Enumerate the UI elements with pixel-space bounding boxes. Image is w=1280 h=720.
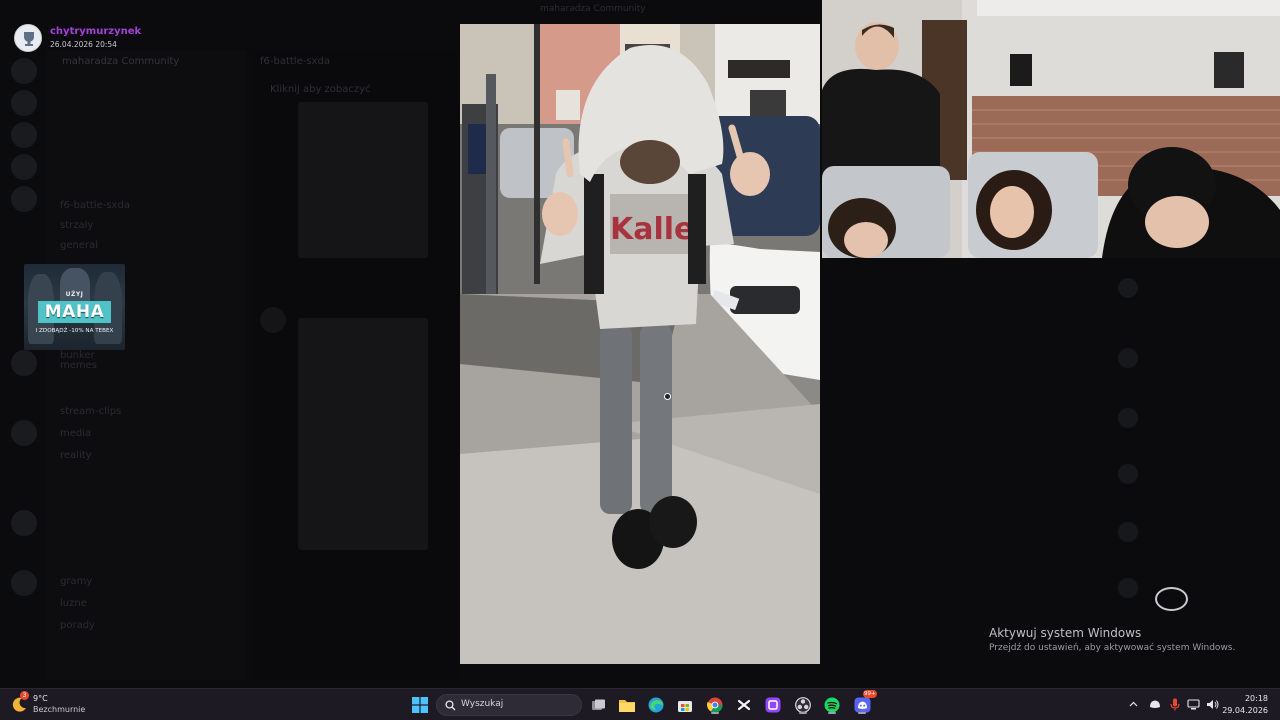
weather-description: Bezchmurnie (33, 705, 86, 714)
channel-item[interactable]: reality (60, 450, 92, 462)
cursor-indicator (664, 393, 671, 400)
ad-code: MAHA (38, 301, 111, 323)
windows-start-icon[interactable] (410, 695, 430, 715)
viewer-username[interactable]: chytrymurzynek (50, 26, 141, 37)
window-title: maharadza Community (540, 4, 646, 14)
channel-item[interactable]: stream-clips (60, 406, 121, 418)
chat-image[interactable] (298, 318, 428, 550)
user-avatar[interactable] (260, 307, 286, 333)
server-icon[interactable] (11, 350, 37, 376)
server-icon[interactable] (11, 154, 37, 180)
chat-area: f6-battle-sxda Kliknij aby zobaczyć (250, 50, 460, 680)
channel-item[interactable]: luzne (60, 598, 87, 610)
ad-promo-text: I ZDOBĄDŹ -10% NA TEBEX (35, 328, 114, 334)
discord-icon[interactable]: 99+ (852, 690, 877, 715)
user-avatar[interactable] (14, 24, 42, 52)
ad-top-text: UŻYJ (65, 291, 84, 298)
spotify-icon[interactable] (822, 695, 842, 715)
volume-icon[interactable] (1205, 697, 1219, 711)
activation-subtitle: Przejdź do ustawień, aby aktywować syste… (989, 643, 1236, 653)
search-placeholder: Wyszukaj (461, 699, 504, 709)
member-item[interactable] (1118, 464, 1268, 484)
microphone-icon[interactable] (1168, 697, 1182, 711)
discord-tray-icon[interactable] (1148, 697, 1162, 711)
chat-channel-tab[interactable]: f6-battle-sxda (260, 56, 330, 67)
channel-item[interactable]: strzaly (60, 220, 93, 232)
search-input[interactable]: Wyszukaj (436, 694, 582, 716)
server-icon[interactable] (11, 570, 37, 596)
viewer-date: 26.04.2026 20:54 (50, 40, 117, 49)
ad-banner[interactable]: UŻYJ MAHA I ZDOBĄDŹ -10% NA TEBEX (24, 264, 125, 350)
weather-temperature: 9°C (33, 694, 48, 703)
server-icon[interactable] (11, 510, 37, 536)
twitch-app-icon[interactable] (763, 695, 783, 715)
server-icon[interactable] (11, 122, 37, 148)
server-icon[interactable] (11, 90, 37, 116)
server-icon[interactable] (11, 186, 37, 212)
svg-text:Kalle: Kalle (610, 212, 694, 247)
activation-title: Aktywuj system Windows (989, 626, 1142, 640)
webcam-overlay (822, 0, 1280, 258)
channel-item[interactable]: media (60, 428, 91, 440)
loading-ring (1155, 587, 1188, 611)
channel-item[interactable]: porady (60, 620, 95, 632)
channel-item[interactable]: memes (60, 360, 97, 372)
channel-item[interactable]: general (60, 240, 98, 252)
server-rail (0, 50, 46, 680)
network-icon[interactable] (1186, 697, 1200, 711)
clock-time[interactable]: 20:18 (1240, 694, 1268, 703)
task-view-icon[interactable] (588, 695, 608, 715)
server-icon[interactable] (11, 420, 37, 446)
taskbar: 3 9°C Bezchmurnie Wyszukaj 99+ 20:18 29.… (0, 688, 1280, 720)
edge-icon[interactable] (646, 695, 666, 715)
member-item[interactable] (1118, 408, 1268, 428)
chrome-icon[interactable] (705, 695, 725, 715)
member-item[interactable] (1118, 348, 1268, 368)
microsoft-store-icon[interactable] (675, 695, 695, 715)
weather-widget[interactable]: 3 9°C Bezchmurnie (12, 691, 102, 717)
trophy-icon (24, 32, 34, 46)
channel-item[interactable]: gramy (60, 576, 92, 588)
search-icon (445, 700, 456, 711)
member-list (1110, 260, 1280, 680)
file-explorer-icon[interactable] (617, 695, 637, 715)
member-item[interactable] (1118, 522, 1268, 542)
discord-badge: 99+ (863, 690, 877, 698)
server-name[interactable]: maharadza Community (62, 56, 179, 67)
channel-item[interactable]: f6-battle-sxda (60, 200, 130, 212)
channel-list: maharadza Community f6-battle-sxda strza… (46, 50, 246, 680)
weather-badge: 3 (20, 691, 29, 700)
clock-date[interactable]: 29.04.2026 (1222, 706, 1268, 715)
screen: maharadza Community maharadza Community … (0, 0, 1280, 720)
member-item[interactable] (1118, 278, 1268, 298)
member-item[interactable] (1118, 578, 1268, 598)
capcut-icon[interactable] (734, 695, 754, 715)
pinned-notice[interactable]: Kliknij aby zobaczyć (270, 84, 371, 95)
chat-image[interactable] (298, 102, 428, 258)
main-photo[interactable]: Kalle (460, 24, 820, 664)
chevron-up-icon[interactable] (1126, 697, 1140, 711)
viewer-header: chytrymurzynek 26.04.2026 20:54 (14, 24, 314, 52)
obs-icon[interactable] (793, 695, 813, 715)
server-icon[interactable] (11, 58, 37, 84)
